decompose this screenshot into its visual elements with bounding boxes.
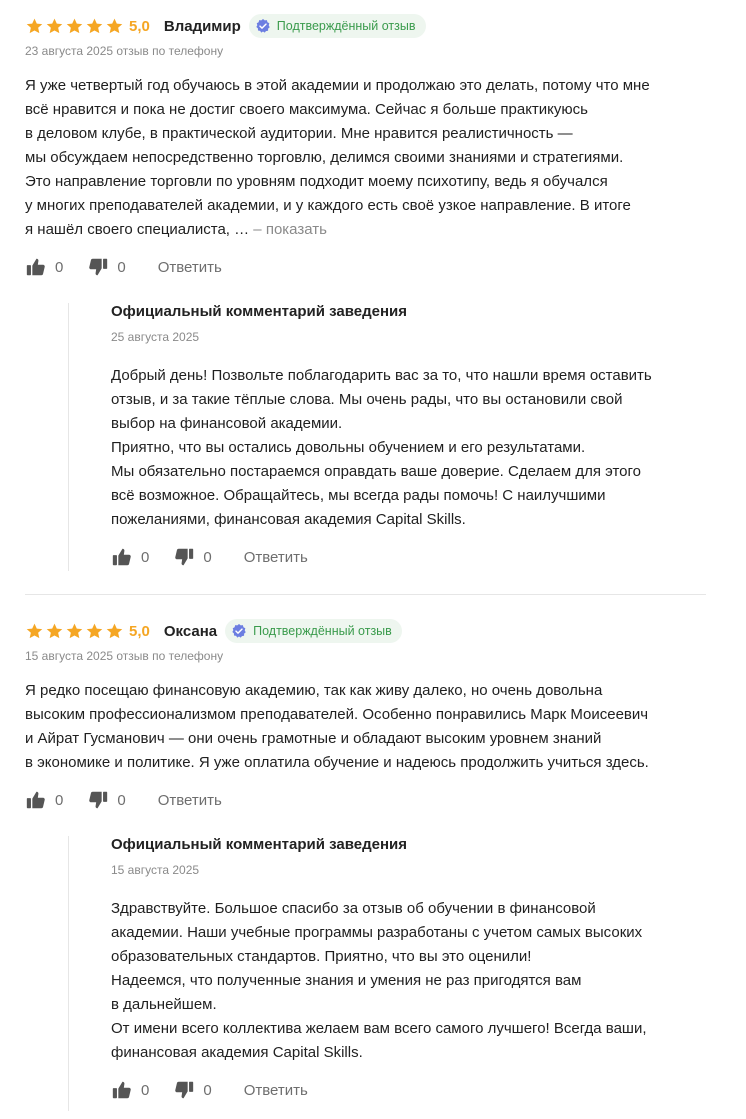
star-icon [106, 18, 123, 33]
rating-stars [25, 17, 124, 36]
text-line: академии. Наши учебные программы разрабо… [111, 924, 643, 941]
verified-badge: Подтверждённый отзыв [225, 619, 402, 643]
review-header: 5,0 Владимир Подтверждённый отзыв 23 авг… [25, 0, 715, 58]
reply-button[interactable]: Ответить [158, 792, 222, 809]
thumbs-down-icon [89, 791, 108, 809]
review-card: 5,0 Оксана Подтверждённый отзыв 15 авгус… [25, 605, 715, 1111]
text-line: От имени всего коллектива желаем вам все… [111, 1020, 647, 1037]
thumbs-down-icon [89, 258, 108, 276]
star-icon [66, 18, 83, 33]
official-comment-text: Добрый день! Позвольте поблагодарить вас… [111, 364, 711, 532]
star-icon [86, 18, 103, 33]
review-header: 5,0 Оксана Подтверждённый отзыв 15 авгус… [25, 605, 715, 663]
review-text: Я уже четвертый год обучаюсь в этой акад… [25, 74, 715, 242]
text-line: я нашёл своего специалиста, … [25, 221, 250, 238]
dislike-count: 0 [203, 548, 212, 566]
thumbs-down-icon [175, 1081, 194, 1099]
star-icon [86, 623, 103, 638]
like-button[interactable]: 0 [111, 546, 149, 568]
dislike-button[interactable]: 0 [87, 256, 126, 278]
dislike-count: 0 [117, 258, 126, 276]
dislike-button[interactable]: 0 [173, 546, 212, 568]
review-meta: 23 августа 2025 отзыв по телефону [25, 44, 224, 58]
verified-check-icon [232, 624, 246, 638]
text-line: всё нравится и пока не достиг своего мак… [25, 101, 588, 118]
text-line-last: я нашёл своего специалиста, … – показать [25, 218, 715, 242]
star-icon [26, 18, 43, 33]
star-icon [26, 623, 43, 638]
verified-badge: Подтверждённый отзыв [248, 14, 426, 38]
official-comment-title: Официальный комментарий заведения [111, 303, 408, 320]
official-comment: Официальный комментарий заведения 15 авг… [68, 836, 718, 1111]
thumbs-up-icon [112, 548, 131, 566]
text-line: финансовая академия Capital Skills. [111, 1044, 363, 1061]
thumbs-up-icon [112, 1081, 131, 1099]
official-comment: Официальный комментарий заведения 25 авг… [68, 303, 718, 571]
show-more-link[interactable]: – показать [249, 221, 327, 238]
official-comment-title: Официальный комментарий заведения [111, 836, 408, 853]
reply-button[interactable]: Ответить [158, 259, 222, 276]
review-divider [25, 594, 706, 595]
dislike-button[interactable]: 0 [173, 1079, 212, 1101]
star-icon [46, 18, 63, 33]
thumbs-up-icon [26, 258, 45, 276]
review-meta: 15 августа 2025 отзыв по телефону [25, 649, 224, 663]
verified-badge-label: Подтверждённый отзыв [253, 624, 392, 638]
text-line: образовательных стандартов. Приятно, что… [111, 948, 532, 965]
star-icon [106, 623, 123, 638]
text-line: мы обсуждаем непосредственно торговлю, д… [25, 149, 624, 166]
official-comment-actions: 0 0 Ответить [111, 544, 308, 570]
star-icon [46, 623, 63, 638]
rating-value: 5,0 [129, 17, 150, 35]
review-actions: 0 0 Ответить [25, 787, 222, 813]
reply-button[interactable]: Ответить [244, 549, 308, 566]
text-line: Я редко посещаю финансовую академию, так… [25, 682, 603, 699]
review-card: 5,0 Владимир Подтверждённый отзыв 23 авг… [25, 0, 715, 571]
text-line: всё возможное. Обращайтесь, мы всегда ра… [111, 487, 606, 504]
rating-value: 5,0 [129, 622, 150, 640]
text-line: у многих преподавателей академии, и у ка… [25, 197, 631, 214]
text-line: и Айрат Гусманович — они очень грамотные… [25, 730, 602, 747]
official-comment-date: 25 августа 2025 [111, 330, 200, 344]
text-line: Добрый день! Позвольте поблагодарить вас… [111, 367, 652, 384]
author-name[interactable]: Владимир [164, 18, 241, 35]
text-line: Мы обязательно постараемся оправдать ваш… [111, 463, 641, 480]
reply-button[interactable]: Ответить [244, 1082, 308, 1099]
like-button[interactable]: 0 [111, 1079, 149, 1101]
text-line: Это направление торговли по уровням подх… [25, 173, 608, 190]
dislike-count: 0 [117, 791, 126, 809]
rating-stars [25, 622, 124, 641]
text-line: Я уже четвертый год обучаюсь в этой акад… [25, 77, 650, 94]
text-line: в дальнейшем. [111, 996, 217, 1013]
official-comment-text: Здравствуйте. Большое спасибо за отзыв о… [111, 897, 711, 1065]
review-actions: 0 0 Ответить [25, 254, 222, 280]
like-button[interactable]: 0 [25, 256, 63, 278]
dislike-button[interactable]: 0 [87, 789, 126, 811]
thumbs-up-icon [26, 791, 45, 809]
official-comment-date: 15 августа 2025 [111, 863, 200, 877]
like-button[interactable]: 0 [25, 789, 63, 811]
text-line: пожеланиями, финансовая академия Capital… [111, 511, 466, 528]
like-count: 0 [55, 258, 64, 276]
dislike-count: 0 [203, 1081, 212, 1099]
text-line: Здравствуйте. Большое спасибо за отзыв о… [111, 900, 596, 917]
text-line: в экономике и политике. Я уже оплатила о… [25, 754, 649, 771]
text-line: Приятно, что вы остались довольны обучен… [111, 439, 586, 456]
review-text: Я редко посещаю финансовую академию, так… [25, 679, 715, 775]
verified-check-icon [256, 19, 270, 33]
official-comment-actions: 0 0 Ответить [111, 1077, 308, 1103]
text-line: Надеемся, что полученные знания и умения… [111, 972, 582, 989]
author-name[interactable]: Оксана [164, 623, 217, 640]
star-icon [66, 623, 83, 638]
text-line: в деловом клубе, в практической аудитори… [25, 125, 573, 142]
like-count: 0 [141, 548, 150, 566]
like-count: 0 [141, 1081, 150, 1099]
reviews-page: 5,0 Владимир Подтверждённый отзыв 23 авг… [0, 0, 746, 1119]
text-line: отзыв, и за такие тёплые слова. Мы очень… [111, 391, 623, 408]
like-count: 0 [55, 791, 64, 809]
verified-badge-label: Подтверждённый отзыв [276, 19, 416, 33]
text-line: выбор на финансовой академии. [111, 415, 343, 432]
thumbs-down-icon [175, 548, 194, 566]
text-line: высоким профессионализмом преподавателей… [25, 706, 649, 723]
